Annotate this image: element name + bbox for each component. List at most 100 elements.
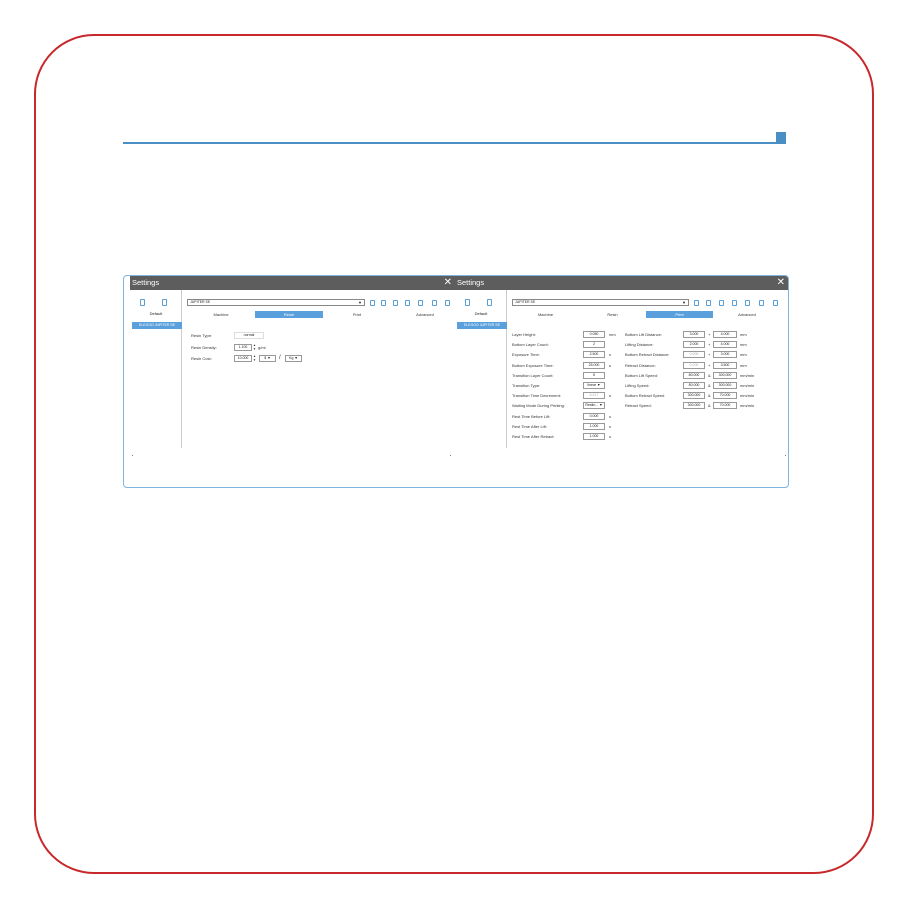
sidebar-default-label: Default (474, 311, 488, 316)
delete-icon[interactable] (393, 300, 398, 306)
chevron-down-icon: ▼ (358, 300, 362, 305)
refresh-icon[interactable] (405, 300, 410, 306)
resin-type-label: Resin Type: (191, 333, 213, 338)
preset-select[interactable]: JUPITER SE ▼ (187, 299, 365, 306)
resin-cost-label: Resin Cost: (191, 356, 212, 361)
print-field-input[interactable]: 70.000 (713, 402, 737, 410)
print-field-input[interactable]: 1.000 (583, 433, 605, 440)
tab-advanced[interactable]: Advanced (713, 311, 781, 318)
copy-icon[interactable] (445, 300, 450, 306)
currency-select[interactable]: $ ▼ (259, 355, 276, 362)
tab-resin[interactable]: Resin (255, 311, 323, 318)
copy-icon[interactable] (773, 300, 778, 306)
weight-unit-value: Kg (289, 356, 294, 360)
trash-icon[interactable] (487, 299, 492, 306)
refresh-icon[interactable] (732, 300, 737, 306)
print-field-label: Rest Time After Retract: (512, 434, 555, 439)
new-file-icon[interactable] (140, 299, 145, 306)
tab-resin[interactable]: Resin (579, 311, 646, 318)
titlebar: Settings ✕ (130, 276, 455, 290)
tab-print[interactable]: Print (646, 311, 713, 318)
edit-icon[interactable] (381, 300, 386, 306)
print-field-input[interactable]: 2.500 (583, 351, 605, 359)
print-field-input[interactable]: 3.000 (713, 351, 737, 359)
weight-unit-select[interactable]: Kg ▼ (285, 355, 302, 362)
print-field-input[interactable]: 1.000 (583, 422, 605, 430)
print-field-label: Transition Layer Count: (512, 372, 554, 378)
sidebar-item-machine[interactable]: ELEGOO JUPITER SE (457, 322, 507, 329)
print-field-input[interactable]: 300.000 (713, 382, 737, 389)
resin-type-field[interactable]: normal (234, 332, 264, 339)
print-field-unit: s (609, 434, 611, 439)
print-field-label: Bottom Exposure Time: (512, 362, 554, 368)
print-field-label: Transition Type: (512, 383, 541, 388)
print-field-unit: s (609, 423, 611, 429)
print-field-label: Bottom Retract Speed (625, 393, 665, 399)
print-field-input[interactable]: Restin... ▼ (583, 402, 605, 410)
tab-machine[interactable]: Machine (187, 311, 255, 318)
cost-stepper[interactable]: ▲ ▼ (253, 354, 256, 362)
print-field-input[interactable]: 0.050 (583, 331, 605, 338)
settings-main: JUPITER SE ▼ Machine Resin Print Advance… (507, 290, 788, 448)
tab-print[interactable]: Print (323, 311, 391, 318)
print-field-input[interactable]: 5 (583, 371, 605, 379)
print-field-input[interactable]: 2 (583, 341, 605, 349)
print-field-unit: s (609, 413, 611, 419)
print-field-operator: & (708, 372, 711, 378)
print-field-unit: s (609, 393, 611, 399)
resin-density-field[interactable]: 1.100 (234, 344, 252, 351)
print-field-input[interactable]: 300.000 (683, 392, 705, 400)
delete-icon[interactable] (719, 300, 724, 306)
print-field-input[interactable]: 300.000 (683, 402, 705, 410)
print-field-unit: mm/min (740, 372, 755, 378)
print-field-operator: + (708, 352, 711, 358)
density-stepper[interactable]: ▲ ▼ (253, 343, 256, 351)
print-field-label: Waiting Mode During Printing: (512, 403, 565, 409)
print-field-input[interactable]: linear ▼ (583, 382, 605, 389)
print-field-input[interactable]: 0.000 (683, 351, 705, 359)
print-field-input[interactable]: 4.000 (713, 331, 737, 338)
print-field-input[interactable]: 2.000 (683, 341, 705, 349)
preset-select[interactable]: JUPITER SE ▼ (512, 299, 689, 306)
print-field-label: Transition Time Decrement: (512, 393, 561, 399)
print-field-input[interactable]: 5.417 (583, 392, 605, 400)
edit-icon[interactable] (706, 300, 711, 306)
print-field-label: Lifting Distance: (625, 342, 654, 348)
sidebar-item-machine[interactable]: ELEGOO JUPITER SE (132, 322, 182, 329)
print-field-input[interactable]: 3.500 (713, 361, 737, 369)
resin-cost-field[interactable]: 10.000 (234, 355, 252, 362)
print-field-input[interactable]: 80.000 (683, 382, 705, 389)
print-field-input[interactable]: 80.000 (683, 371, 705, 379)
print-field-input[interactable]: 0.000 (583, 412, 605, 420)
print-field-label: Retract Speed: (625, 403, 652, 409)
print-field-label: Rest Time Before Lift: (512, 413, 551, 419)
print-field-input[interactable]: 4.000 (713, 341, 737, 349)
print-field-operator: + (708, 362, 711, 368)
resin-density-unit: g/ml (258, 345, 266, 350)
export-icon[interactable] (759, 300, 764, 306)
close-icon[interactable]: ✕ (777, 276, 785, 289)
save-icon[interactable] (694, 300, 699, 306)
new-file-icon[interactable] (465, 299, 470, 306)
print-field-input[interactable]: 25.000 (583, 361, 605, 369)
tab-machine[interactable]: Machine (512, 311, 579, 318)
print-field-input[interactable]: 3.000 (683, 331, 705, 338)
import-icon[interactable] (745, 300, 750, 306)
titlebar: Settings ✕ (455, 276, 788, 290)
settings-tabs: Machine Resin Print Advanced (512, 311, 784, 318)
print-field-label: Bottom Retract Distance: (625, 352, 670, 358)
print-field-input[interactable]: 70.000 (713, 392, 737, 400)
close-icon[interactable]: ✕ (444, 276, 452, 289)
print-field-unit: s (609, 352, 611, 358)
save-icon[interactable] (370, 300, 375, 306)
print-field-input[interactable]: 300.000 (713, 371, 737, 379)
print-field-operator: & (708, 403, 711, 409)
print-field-input[interactable]: 0.000 (683, 361, 705, 369)
print-field-label: Bottom Layer Count: (512, 342, 549, 348)
trash-icon[interactable] (162, 299, 167, 306)
print-field-unit: mm (740, 352, 747, 358)
tab-advanced[interactable]: Advanced (391, 311, 459, 318)
preset-select-value: JUPITER SE (190, 300, 211, 304)
export-icon[interactable] (432, 300, 437, 306)
import-icon[interactable] (418, 300, 423, 306)
